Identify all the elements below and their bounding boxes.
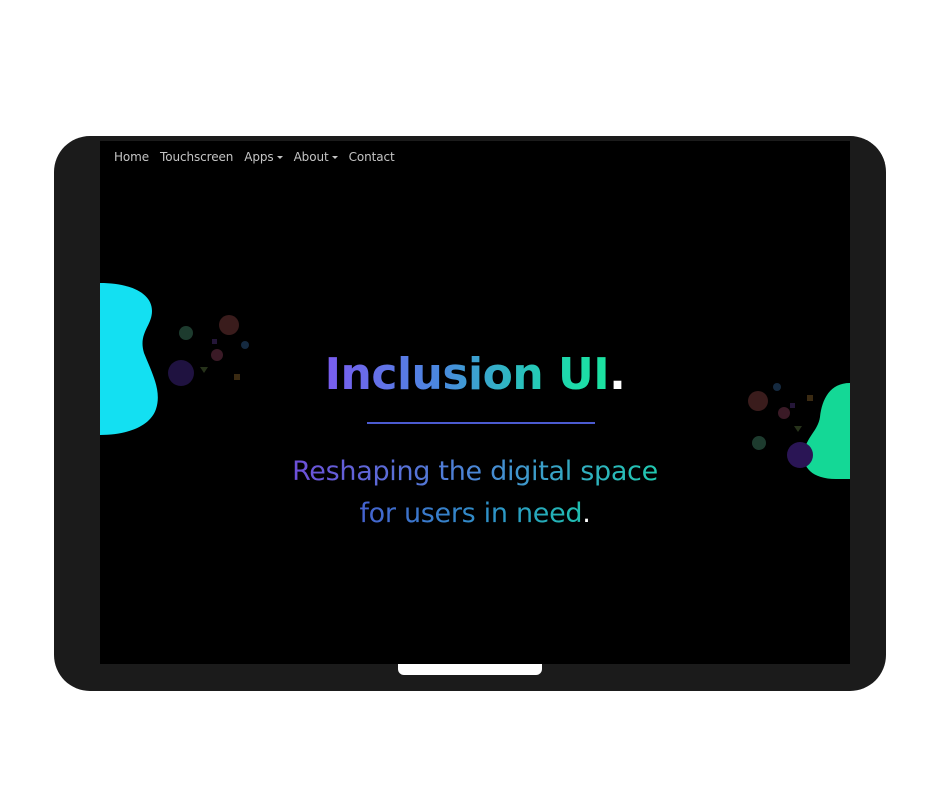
particle [790, 403, 795, 408]
hero-title-dot: . [609, 349, 626, 400]
frame-corner [851, 140, 886, 163]
tablet-device-frame: Home Touchscreen Apps About Contact Incl… [54, 136, 886, 691]
hero-subtitle-line2: for users in need [359, 498, 583, 529]
hero-subtitle-line1: Reshaping the digital space [292, 456, 658, 487]
hero-title: Inclusion UI. [100, 349, 850, 400]
decorative-shapes [100, 283, 850, 479]
particle [778, 407, 790, 419]
particle [179, 326, 193, 340]
hero-subtitle: Reshaping the digital space for users in… [100, 451, 850, 535]
particle [241, 341, 249, 349]
hero-title-text: Inclusion UI [324, 349, 610, 400]
particle [752, 436, 766, 450]
particle [219, 315, 239, 335]
particle [212, 339, 217, 344]
hero-subtitle-dot: . [582, 498, 591, 529]
screen: Home Touchscreen Apps About Contact Incl… [100, 141, 850, 664]
home-indicator-bar[interactable] [398, 664, 542, 675]
particle [794, 426, 802, 432]
hero-divider [367, 422, 595, 424]
